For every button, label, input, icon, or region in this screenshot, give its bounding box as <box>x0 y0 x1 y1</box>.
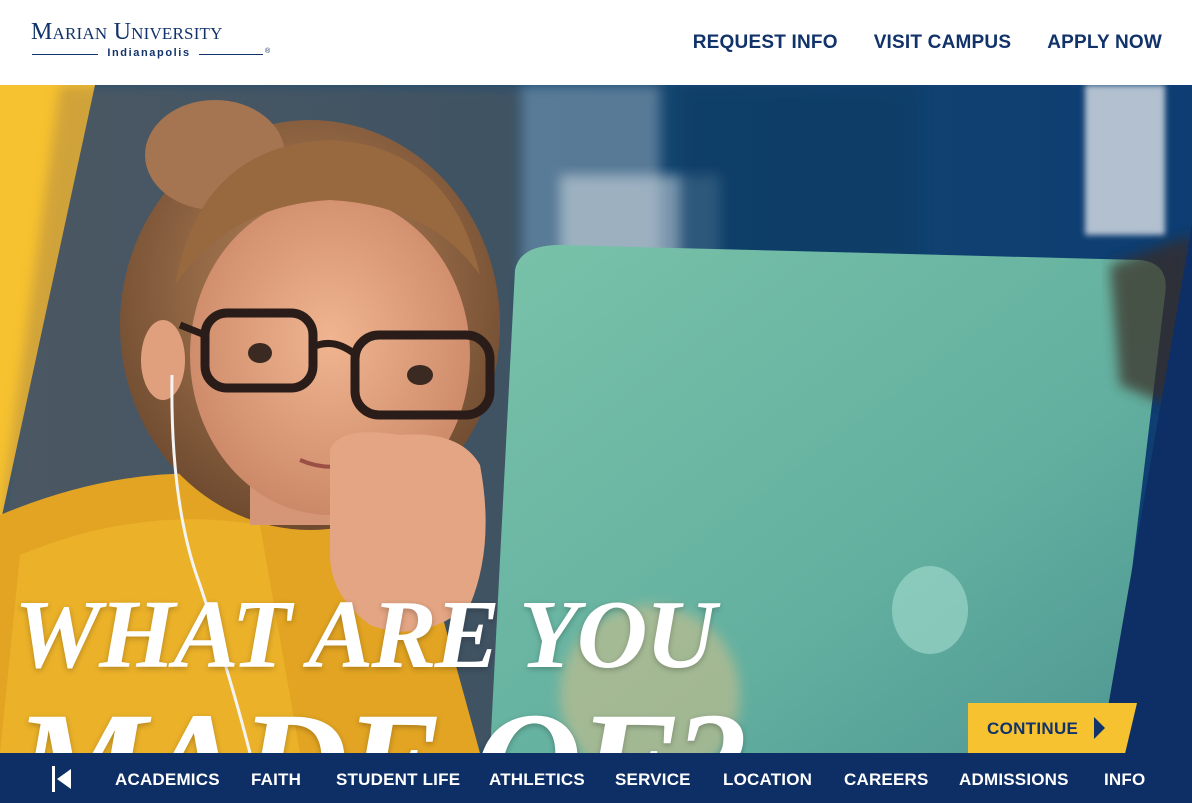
nav-careers[interactable]: CAREERS <box>844 770 929 790</box>
top-nav: REQUEST INFO VISIT CAMPUS APPLY NOW <box>657 32 1162 54</box>
request-info-link[interactable]: REQUEST INFO <box>693 32 838 54</box>
headline-line-1: WHAT ARE YOU <box>14 581 716 689</box>
registered-mark: ® <box>265 48 271 55</box>
skip-bar <box>52 766 55 792</box>
continue-button[interactable]: CONTINUE <box>968 703 1137 753</box>
nav-info[interactable]: INFO <box>1104 770 1145 790</box>
nav-athletics[interactable]: ATHLETICS <box>489 770 585 790</box>
skip-to-start-icon[interactable] <box>52 766 74 792</box>
logo-subtitle: Indianapolis ® <box>31 47 271 61</box>
logo-city: Indianapolis <box>107 47 191 59</box>
nav-student-life[interactable]: STUDENT LIFE <box>336 770 460 790</box>
hero-banner: WHAT ARE YOU MADE OF? <box>0 85 1192 753</box>
university-logo[interactable]: Marian University Indianapolis ® <box>31 18 271 62</box>
nav-location[interactable]: LOCATION <box>723 770 812 790</box>
skip-triangle <box>57 769 71 789</box>
continue-label: CONTINUE <box>987 719 1079 738</box>
site-header: Marian University Indianapolis ® REQUEST… <box>0 0 1192 85</box>
nav-service[interactable]: SERVICE <box>615 770 691 790</box>
logo-rule-right <box>199 54 263 55</box>
visit-campus-link[interactable]: VISIT CAMPUS <box>874 32 1012 54</box>
nav-academics[interactable]: ACADEMICS <box>115 770 220 790</box>
logo-rule-left <box>32 54 98 55</box>
logo-name: Marian University <box>31 19 223 45</box>
bottom-nav: ACADEMICS FAITH STUDENT LIFE ATHLETICS S… <box>0 753 1192 803</box>
logo-title: Marian University <box>31 18 271 46</box>
nav-admissions[interactable]: ADMISSIONS <box>959 770 1069 790</box>
apply-now-link[interactable]: APPLY NOW <box>1047 32 1162 54</box>
triangle-right-icon <box>1094 717 1105 739</box>
nav-faith[interactable]: FAITH <box>251 770 301 790</box>
headline-line-2: MADE OF? <box>14 690 749 753</box>
